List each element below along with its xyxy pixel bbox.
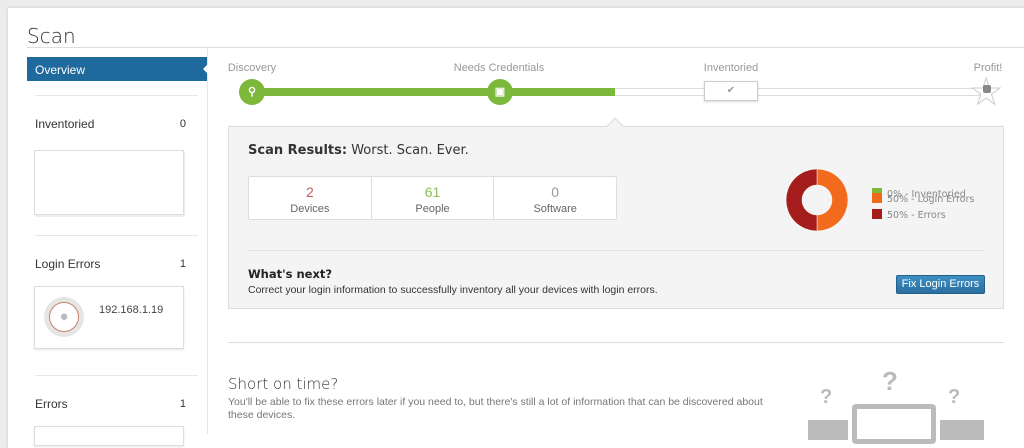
divider [35, 95, 198, 96]
sidebar-item-overview[interactable]: Overview [27, 57, 208, 81]
inventoried-count: 0 [179, 118, 186, 130]
login-errors-count: 1 [179, 258, 186, 270]
stat-software[interactable]: 0 Software [493, 177, 616, 219]
results-donut-chart [785, 168, 849, 232]
devices-value: 2 [305, 184, 314, 200]
people-label: People [415, 203, 450, 215]
short-on-time-title: Short on time? [228, 375, 339, 393]
software-value: 0 [551, 184, 560, 200]
people-value: 61 [424, 184, 441, 200]
lock-icon: ▣ [487, 79, 513, 105]
device-card[interactable] [34, 426, 184, 446]
step-label-credentials: Needs Credentials [453, 62, 545, 74]
search-icon: ⚲ [239, 79, 265, 105]
divider [207, 48, 208, 434]
device-ip: 192.168.1.19 [99, 304, 164, 316]
software-label: Software [533, 203, 577, 215]
empty-inventoried-card [34, 150, 184, 215]
divider [35, 375, 198, 376]
whats-next-title: What's next? [248, 267, 333, 281]
page-title: Scan [27, 24, 76, 48]
sidebar-section-errors[interactable]: Errors [35, 397, 68, 411]
user-icon: ● [49, 302, 79, 332]
divider [27, 47, 1024, 48]
thumbs-up-icon [983, 85, 991, 93]
donut-slice-1 [816, 168, 849, 232]
divider [228, 342, 1004, 343]
step-label-discovery: Discovery [227, 62, 277, 74]
devices-label: Devices [290, 203, 330, 215]
whats-next-text: Correct your login information to succes… [248, 284, 658, 296]
results-title-label: Scan Results: [248, 143, 348, 158]
check-icon: ✔ [704, 81, 758, 101]
avatar: ● [44, 297, 84, 337]
progress-fill [252, 88, 615, 96]
devices-illustration-icon: ? ? ? [800, 366, 1000, 444]
stat-people[interactable]: 61 People [370, 177, 494, 219]
legend-errors: 50% - Errors [872, 209, 946, 221]
stats-box: 2 Devices 61 People 0 Software [248, 176, 617, 220]
legend-login-errors: 50% - Login Errors [872, 193, 974, 205]
scan-results-panel: Scan Results: Worst. Scan. Ever. 2 Device… [228, 117, 1004, 309]
short-on-time-text: You'll be able to fix these errors later… [228, 396, 763, 421]
donut-slice-2 [785, 168, 818, 232]
results-title-text: Worst. Scan. Ever. [351, 143, 469, 158]
stat-devices[interactable]: 2 Devices [249, 177, 371, 219]
divider [248, 250, 985, 251]
divider [35, 235, 198, 236]
step-label-inventoried: Inventoried [703, 62, 759, 74]
fix-login-errors-button[interactable]: Fix Login Errors [896, 275, 985, 294]
sidebar-section-inventoried[interactable]: Inventoried [35, 117, 94, 131]
device-card[interactable]: ● 192.168.1.19 [34, 286, 184, 349]
sidebar-section-login-errors[interactable]: Login Errors [35, 257, 100, 271]
errors-count: 1 [179, 398, 186, 410]
